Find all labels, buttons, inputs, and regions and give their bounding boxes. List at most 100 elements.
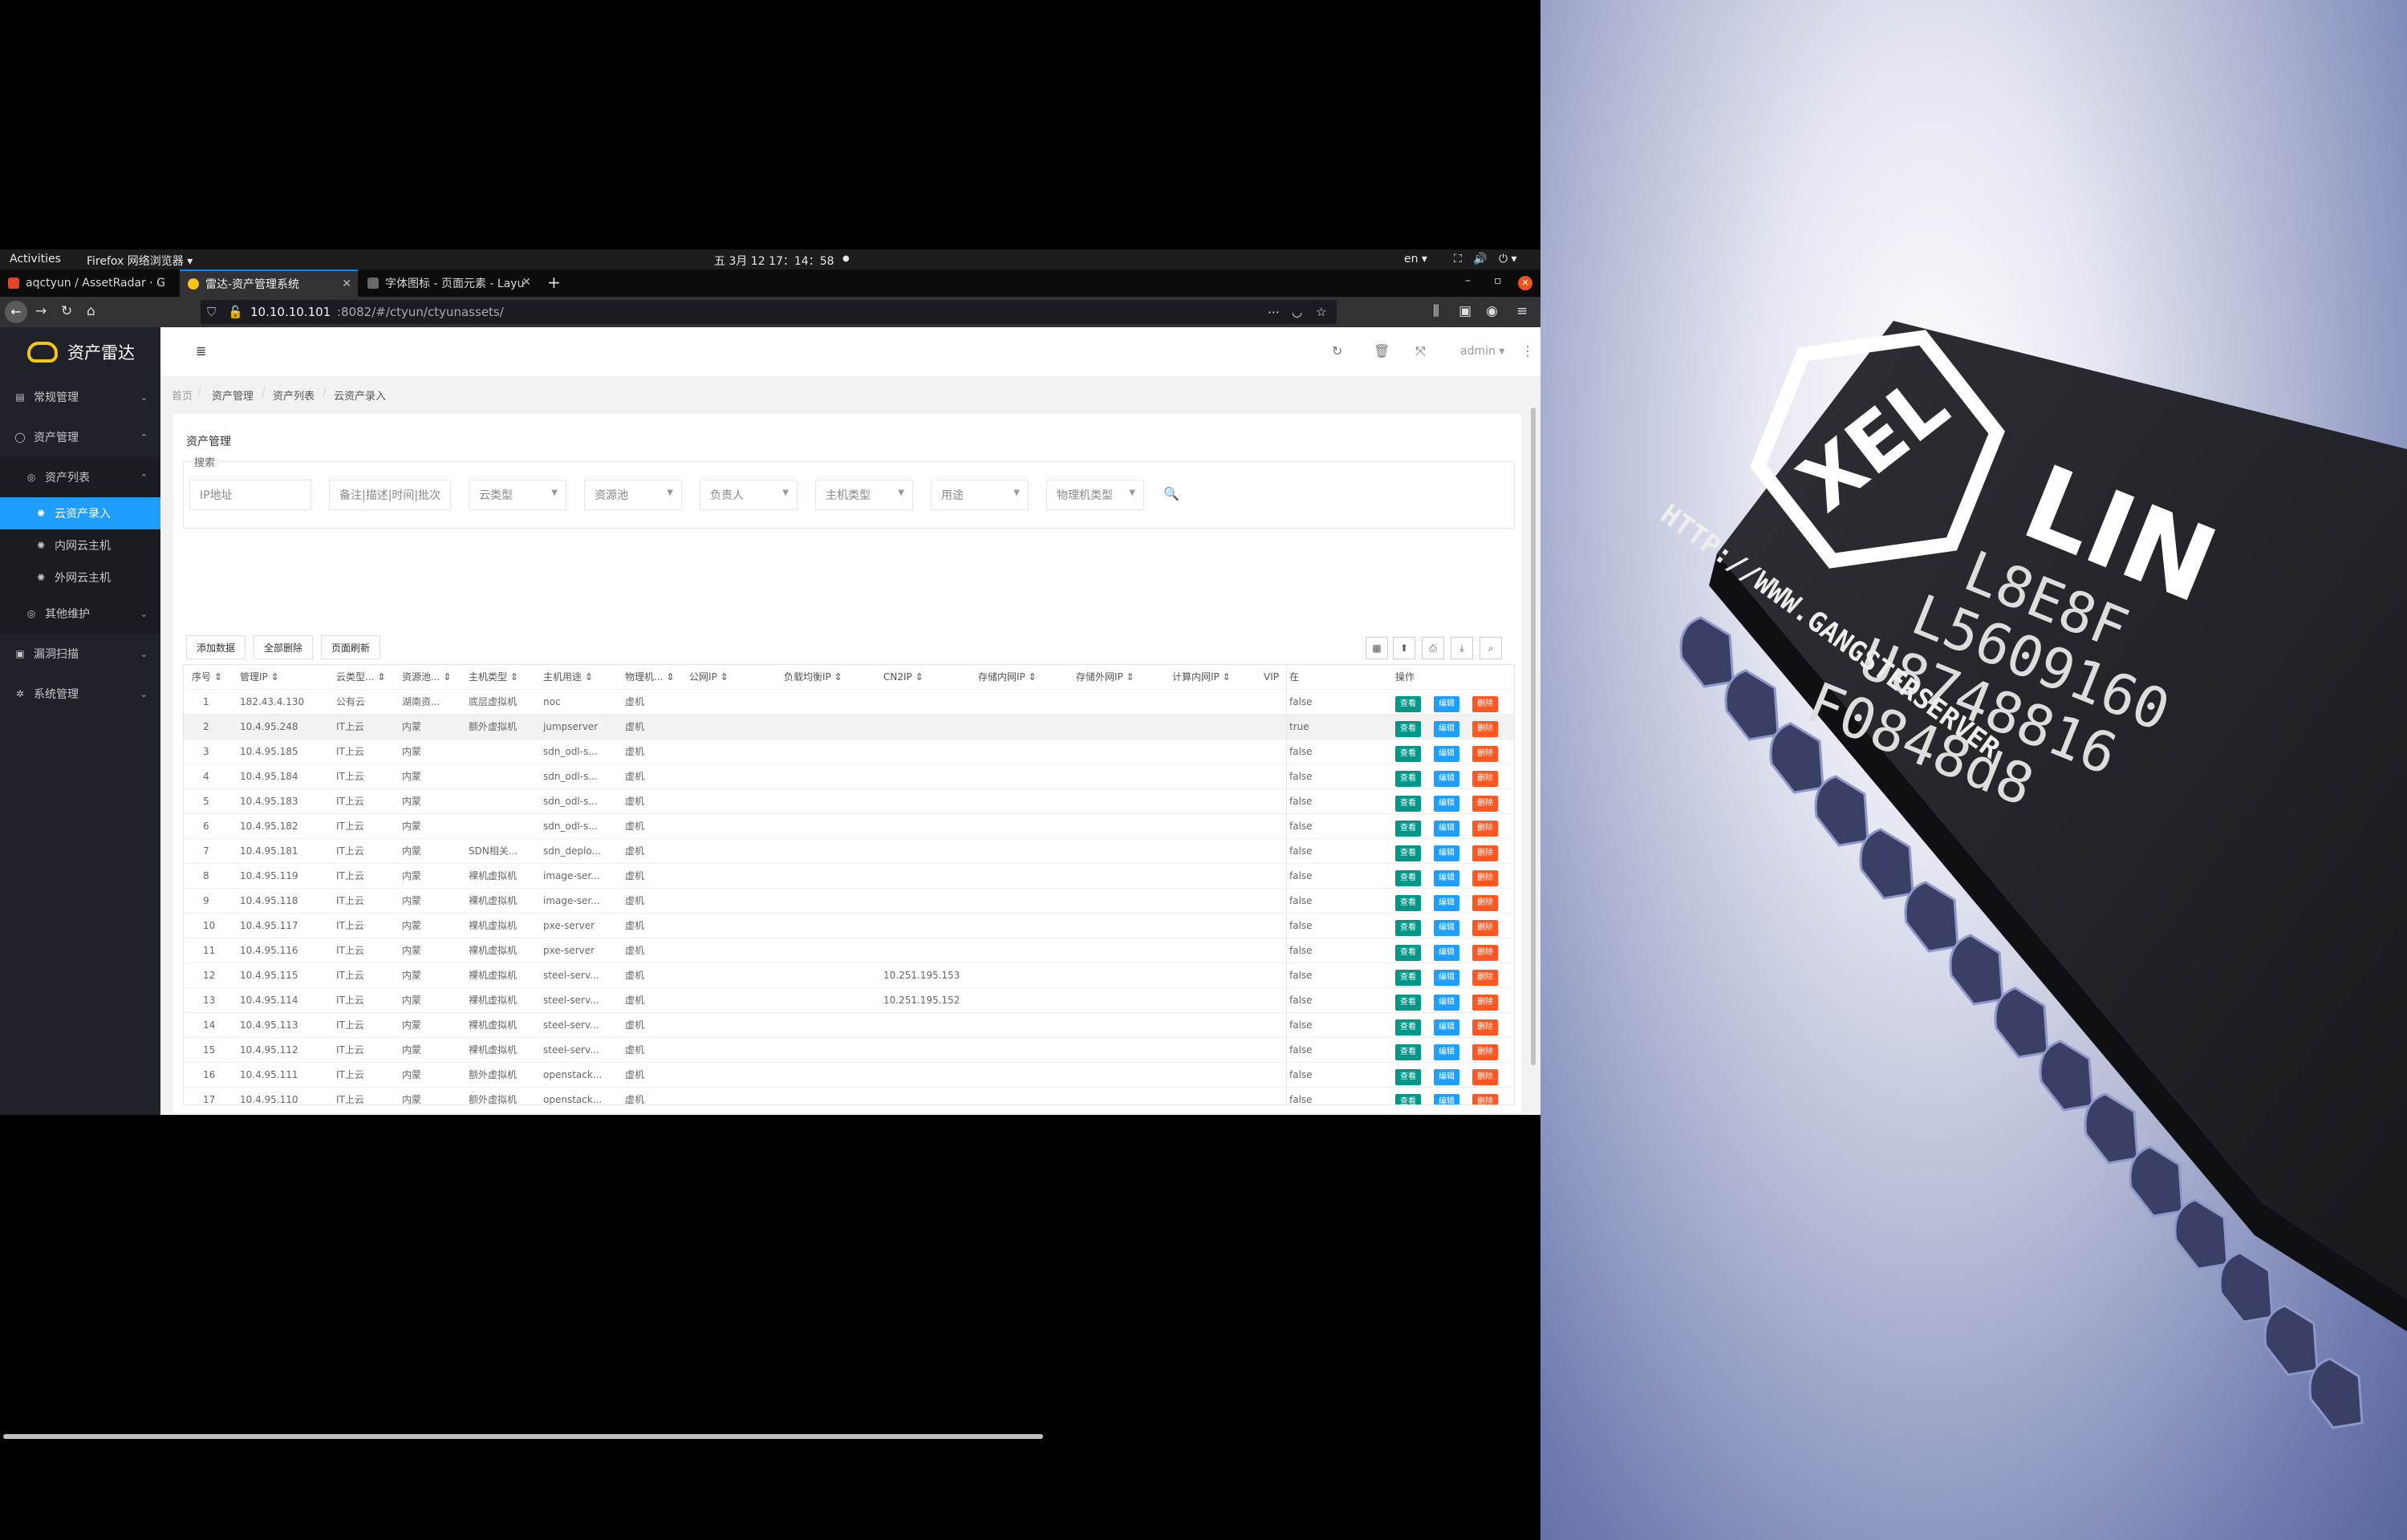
edit-button[interactable]: 编辑 [1434,995,1459,1011]
close-window-icon[interactable]: ✕ [1518,276,1532,290]
table-row[interactable]: 11 10.4.95.116 IT上云 内蒙 裸机虚拟机 pxe-server 虚机 fals… [184,938,1514,962]
tab-asset-radar[interactable]: 雷达-资产管理系统 ✕ [180,270,358,297]
home-icon[interactable]: ⌂ [87,303,95,319]
column-header[interactable]: 管理IP ⇕ [240,665,279,689]
column-header[interactable]: 物理机... ⇕ [625,665,674,689]
app-logo[interactable]: 资产雷达 [0,327,160,377]
table-row[interactable]: 7 10.4.95.181 IT上云 内蒙 SDN相关... sdn_deplo... 虚机… [184,838,1514,863]
table-row[interactable]: 10 10.4.95.117 IT上云 内蒙 裸机虚拟机 pxe-server 虚机 fals… [184,913,1514,938]
physical-type-select[interactable]: 物理机类型 ▼ [1046,480,1144,510]
edit-button[interactable]: 编辑 [1434,920,1459,936]
view-button[interactable]: 查看 [1395,821,1421,837]
delete-button[interactable]: 删除 [1472,721,1498,737]
view-button[interactable]: 查看 [1395,920,1421,936]
delete-button[interactable]: 删除 [1472,771,1498,787]
refresh-icon[interactable]: ↻ [1332,343,1342,359]
maximize-icon[interactable]: ▫ [1494,274,1502,287]
delete-button[interactable]: 删除 [1472,970,1498,986]
breadcrumb-asset-management[interactable]: 资产管理 [212,387,254,403]
clock[interactable]: 五 3月 12 17：14：58 [714,253,834,269]
print-icon[interactable]: ⎙ [1422,637,1444,659]
column-header[interactable]: 存储内网IP ⇕ [978,665,1037,689]
forward-icon[interactable]: → [35,303,47,319]
clear-cache-icon[interactable]: 🗑 [1374,343,1390,359]
column-header[interactable]: 负载均衡IP ⇕ [784,665,842,689]
menu-regular-management[interactable]: ▤ 常规管理 ⌄ [0,377,160,417]
delete-button[interactable]: 删除 [1472,821,1498,837]
search-icon[interactable]: 🔍 [1163,486,1179,501]
breadcrumb-asset-list[interactable]: 资产列表 [273,387,315,403]
view-button[interactable]: 查看 [1395,995,1421,1011]
volume-icon[interactable]: 🔊 [1473,253,1487,265]
insecure-lock-icon[interactable]: 🔓 [228,305,243,319]
vertical-scrollbar[interactable] [1531,407,1536,1065]
sidebar-toggle-icon[interactable]: ▣ [1459,303,1471,319]
column-header[interactable]: 计算内网IP ⇕ [1172,665,1231,689]
column-header[interactable]: CN2IP ⇕ [883,665,923,689]
delete-button[interactable]: 删除 [1472,696,1498,712]
fullscreen-icon[interactable]: ⤧ [1415,343,1426,359]
menu-vuln-scan[interactable]: ▣ 漏洞扫描 ⌄ [0,634,160,674]
more-icon[interactable]: ⋮ [1521,343,1534,359]
delete-button[interactable]: 删除 [1472,945,1498,961]
delete-button[interactable]: 删除 [1472,796,1498,812]
shield-icon[interactable]: ⛉ [207,305,216,319]
horizontal-scrollbar[interactable] [3,1434,1043,1439]
hamburger-menu-icon[interactable]: ≡ [1516,303,1528,319]
view-button[interactable]: 查看 [1395,696,1421,712]
view-button[interactable]: 查看 [1395,1094,1421,1104]
library-icon[interactable]: ⫼ [1433,303,1439,319]
tab-layui-icons[interactable]: 字体图标 - 页面元素 - Layu ✕ [359,270,538,297]
delete-all-button[interactable]: 全部删除 [254,635,313,659]
edit-button[interactable]: 编辑 [1434,970,1459,986]
table-row[interactable]: 6 10.4.95.182 IT上云 内蒙 sdn_odl-s... 虚机 false 查看编… [184,813,1514,838]
power-icon[interactable]: ⏻ ▾ [1499,253,1517,265]
cloud-type-select[interactable]: 云类型 ▼ [469,480,566,510]
table-row[interactable]: 17 10.4.95.110 IT上云 内蒙 额外虚拟机 openstack... 虚机 fa… [184,1087,1514,1104]
view-button[interactable]: 查看 [1395,870,1421,886]
view-button[interactable]: 查看 [1395,746,1421,762]
table-row[interactable]: 2 10.4.95.248 IT上云 内蒙 额外虚拟机 jumpserver 虚机 true 查… [184,714,1514,739]
tab-aqctyun[interactable]: aqctyun / AssetRadar · G [0,270,178,297]
menu-cloud-asset-entry[interactable]: ✺ 云资产录入 [0,497,160,529]
activities-button[interactable]: Activities [10,253,61,265]
delete-button[interactable]: 删除 [1472,1069,1498,1085]
column-header[interactable]: 存储外网IP ⇕ [1076,665,1134,689]
columns-filter-icon[interactable]: ▦ [1366,637,1388,659]
edit-button[interactable]: 编辑 [1434,696,1459,712]
resource-pool-select[interactable]: 资源池 ▼ [584,480,682,510]
table-row[interactable]: 12 10.4.95.115 IT上云 内蒙 裸机虚拟机 steel-serv... 虚机 1… [184,962,1514,987]
table-row[interactable]: 1 182.43.4.130 公有云 湖南资... 底层虚拟机 noc 虚机 false 查看编… [184,689,1514,714]
view-button[interactable]: 查看 [1395,771,1421,787]
edit-button[interactable]: 编辑 [1434,895,1459,911]
account-icon[interactable]: ◉ [1486,303,1498,319]
view-button[interactable]: 查看 [1395,796,1421,812]
edit-button[interactable]: 编辑 [1434,746,1459,762]
edit-button[interactable]: 编辑 [1434,845,1459,861]
view-button[interactable]: 查看 [1395,845,1421,861]
page-refresh-button[interactable]: 页面刷新 [321,635,380,659]
edit-button[interactable]: 编辑 [1434,721,1459,737]
view-button[interactable]: 查看 [1395,945,1421,961]
network-icon[interactable]: ⛶ [1454,253,1462,265]
edit-button[interactable]: 编辑 [1434,1019,1459,1035]
remark-input[interactable]: 备注|描述|时间|批次 [329,480,451,510]
ip-input[interactable]: IP地址 [189,480,311,510]
export-icon[interactable]: ⤓ [1451,637,1473,659]
delete-button[interactable]: 删除 [1472,895,1498,911]
edit-button[interactable]: 编辑 [1434,1044,1459,1060]
view-button[interactable]: 查看 [1395,970,1421,986]
delete-button[interactable]: 删除 [1472,845,1498,861]
column-header[interactable]: 主机用途 ⇕ [543,665,593,689]
edit-button[interactable]: 编辑 [1434,1094,1459,1104]
delete-button[interactable]: 删除 [1472,1094,1498,1104]
minimize-icon[interactable]: – [1465,274,1471,287]
table-search-icon[interactable]: ⌕ [1480,637,1502,659]
delete-button[interactable]: 删除 [1472,746,1498,762]
table-row[interactable]: 3 10.4.95.185 IT上云 内蒙 sdn_odl-s... 虚机 false 查看编… [184,739,1514,764]
view-button[interactable]: 查看 [1395,895,1421,911]
delete-button[interactable]: 删除 [1472,870,1498,886]
table-row[interactable]: 16 10.4.95.111 IT上云 内蒙 额外虚拟机 openstack... 虚机 fa… [184,1062,1514,1087]
edit-button[interactable]: 编辑 [1434,945,1459,961]
column-header[interactable]: 资源池... ⇕ [402,665,451,689]
